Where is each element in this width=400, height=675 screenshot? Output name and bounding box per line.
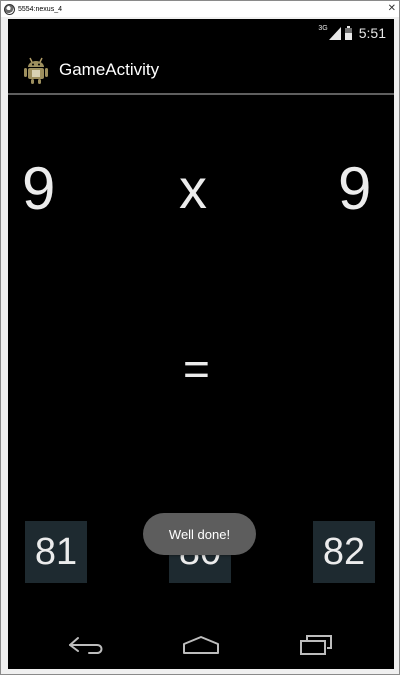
emulator-app-icon <box>4 3 15 15</box>
equals-sign: = <box>183 343 210 395</box>
navigation-bar <box>8 621 394 669</box>
signal-strength-icon <box>328 26 341 40</box>
operator-sign: x <box>179 157 207 220</box>
network-type-label: 3G <box>318 25 328 32</box>
status-bar: 3G 5:51 <box>8 19 394 47</box>
window-close-icon[interactable]: ✕ <box>388 1 396 17</box>
answer-button-1[interactable]: 81 <box>25 521 87 583</box>
left-operand: 9 <box>22 155 56 222</box>
answer-button-3[interactable]: 82 <box>313 521 375 583</box>
action-bar-divider <box>8 93 394 95</box>
back-button[interactable] <box>56 621 116 669</box>
home-icon <box>183 636 219 654</box>
status-time: 5:51 <box>358 25 386 41</box>
action-bar: GameActivity <box>8 47 394 93</box>
equation-row: 9 x 9 <box>8 149 394 229</box>
activity-title: GameActivity <box>59 60 160 79</box>
window-title: 5554:nexus_4 <box>18 5 62 13</box>
window-title-bar: 5554:nexus_4 ✕ <box>1 1 399 17</box>
android-robot-icon <box>24 57 48 84</box>
recents-button[interactable] <box>286 621 346 669</box>
battery-icon <box>344 26 352 40</box>
right-operand: 9 <box>338 155 372 222</box>
emulator-window: 5554:nexus_4 ✕ 3G 5:51 GameActivity 9 x … <box>0 0 400 675</box>
phone-screen: 3G 5:51 GameActivity 9 x 9 = 81 82 Well … <box>8 19 394 669</box>
home-button[interactable] <box>171 621 231 669</box>
recents-icon <box>300 635 332 655</box>
back-icon <box>69 637 103 654</box>
toast-message: Well done! <box>143 513 256 555</box>
